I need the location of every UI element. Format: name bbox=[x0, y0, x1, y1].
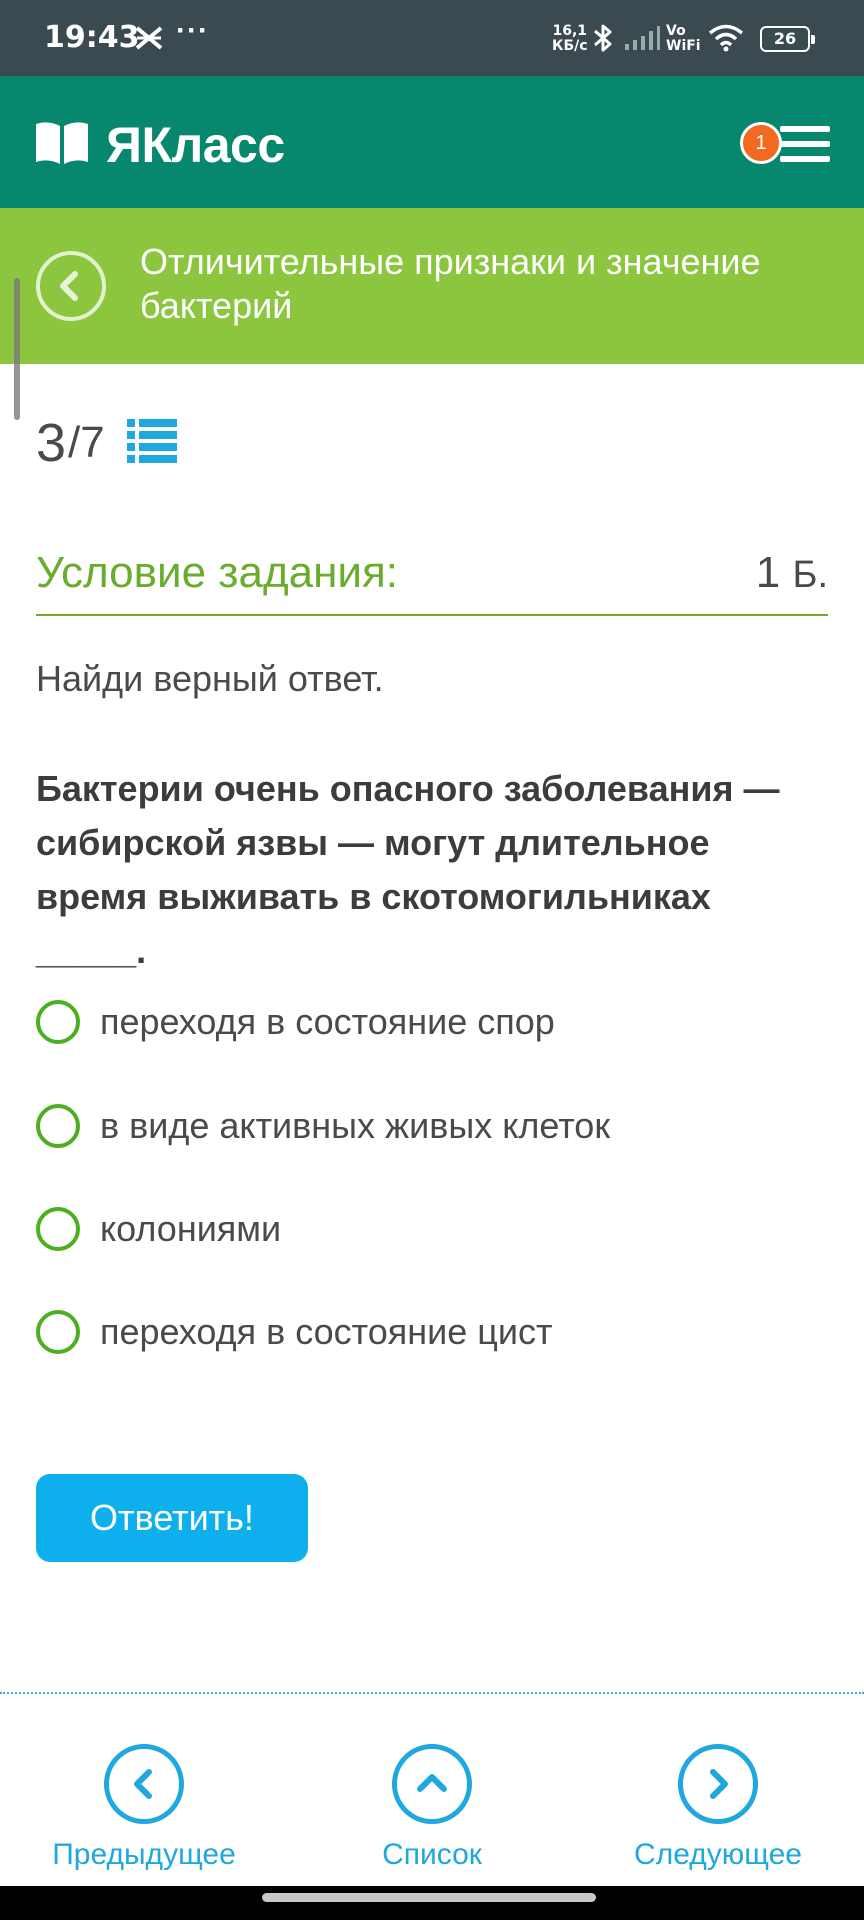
chevron-left-icon bbox=[104, 1744, 184, 1824]
points-unit: Б. bbox=[792, 554, 829, 596]
app-header: ЯКласс 1 bbox=[0, 76, 864, 208]
task-condition-label: Условие задания: bbox=[36, 548, 399, 597]
network-speed-unit: КБ/с bbox=[552, 38, 588, 54]
progress-separator: / bbox=[68, 418, 81, 467]
nav-list[interactable]: Список bbox=[322, 1744, 542, 1872]
battery-icon: 26 bbox=[760, 26, 815, 52]
network-speed: 16,1 КБ/с bbox=[552, 24, 588, 54]
chevron-right-icon bbox=[678, 1744, 758, 1824]
notification-icon bbox=[134, 24, 164, 57]
answer-option[interactable]: переходя в состояние спор bbox=[36, 992, 826, 1052]
task-points: 1 Б. bbox=[756, 548, 828, 598]
chevron-up-icon bbox=[392, 1744, 472, 1824]
radio-icon[interactable] bbox=[36, 1104, 80, 1148]
logo-text: ЯКласс bbox=[106, 117, 285, 173]
home-indicator[interactable] bbox=[262, 1893, 596, 1902]
back-icon bbox=[60, 271, 78, 301]
nav-previous[interactable]: Предыдущее bbox=[34, 1744, 254, 1872]
vowifi-vo: Vo bbox=[666, 23, 686, 39]
topic-bar: Отличительные признаки и значение бактер… bbox=[0, 208, 864, 364]
network-speed-value: 16,1 bbox=[552, 23, 588, 39]
signal-icon bbox=[624, 26, 660, 55]
vowifi-indicator: Vo WiFi bbox=[666, 24, 701, 54]
divider bbox=[0, 1692, 864, 1694]
topic-title: Отличительные признаки и значение бактер… bbox=[140, 241, 761, 326]
answer-option[interactable]: колониями bbox=[36, 1199, 826, 1259]
app-logo[interactable]: ЯКласс bbox=[34, 116, 285, 174]
answer-option-label: переходя в состояние спор bbox=[100, 1001, 555, 1042]
vowifi-wifi: WiFi bbox=[666, 38, 701, 54]
progress-current: 3 bbox=[36, 413, 67, 473]
nav-previous-label: Предыдущее bbox=[52, 1838, 236, 1871]
wifi-icon bbox=[708, 24, 744, 57]
progress-total: 7 bbox=[80, 418, 105, 467]
submit-button[interactable]: Ответить! bbox=[36, 1474, 308, 1562]
status-time: 19:43 bbox=[44, 20, 140, 55]
radio-icon[interactable] bbox=[36, 1310, 80, 1354]
task-question: Бактерии очень опасного заболевания — си… bbox=[36, 768, 780, 971]
answer-option-label: переходя в состояние цист bbox=[100, 1311, 553, 1352]
bluetooth-icon bbox=[592, 22, 614, 59]
answer-option[interactable]: переходя в состояние цист bbox=[36, 1302, 826, 1362]
menu-icon bbox=[780, 124, 830, 169]
radio-icon[interactable] bbox=[36, 1000, 80, 1044]
answer-option[interactable]: в виде активных живых клеток bbox=[36, 1096, 826, 1156]
nav-next-label: Следующее bbox=[634, 1838, 802, 1871]
back-button[interactable] bbox=[36, 251, 106, 321]
answer-option-label: в виде активных живых клеток bbox=[100, 1105, 611, 1146]
answer-option-label: колониями bbox=[100, 1208, 282, 1249]
menu-button[interactable]: 1 bbox=[740, 122, 830, 172]
task-progress: 3 / 7 bbox=[36, 412, 177, 474]
status-more-dots: ··· bbox=[176, 14, 209, 47]
list-icon[interactable] bbox=[126, 418, 177, 469]
status-bar: 19:43 ··· 16,1 КБ/с Vo WiFi 26 bbox=[0, 0, 864, 76]
scroll-indicator bbox=[14, 278, 20, 420]
notification-badge: 1 bbox=[740, 122, 782, 164]
radio-icon[interactable] bbox=[36, 1207, 80, 1251]
task-header: Условие задания: 1 Б. bbox=[36, 540, 828, 616]
nav-list-label: Список bbox=[382, 1838, 482, 1871]
book-logo-icon bbox=[34, 120, 90, 171]
task-instruction: Найди верный ответ. bbox=[36, 658, 384, 699]
gesture-bar bbox=[0, 1886, 864, 1920]
points-value: 1 bbox=[755, 548, 781, 597]
nav-next[interactable]: Следующее bbox=[608, 1744, 828, 1872]
